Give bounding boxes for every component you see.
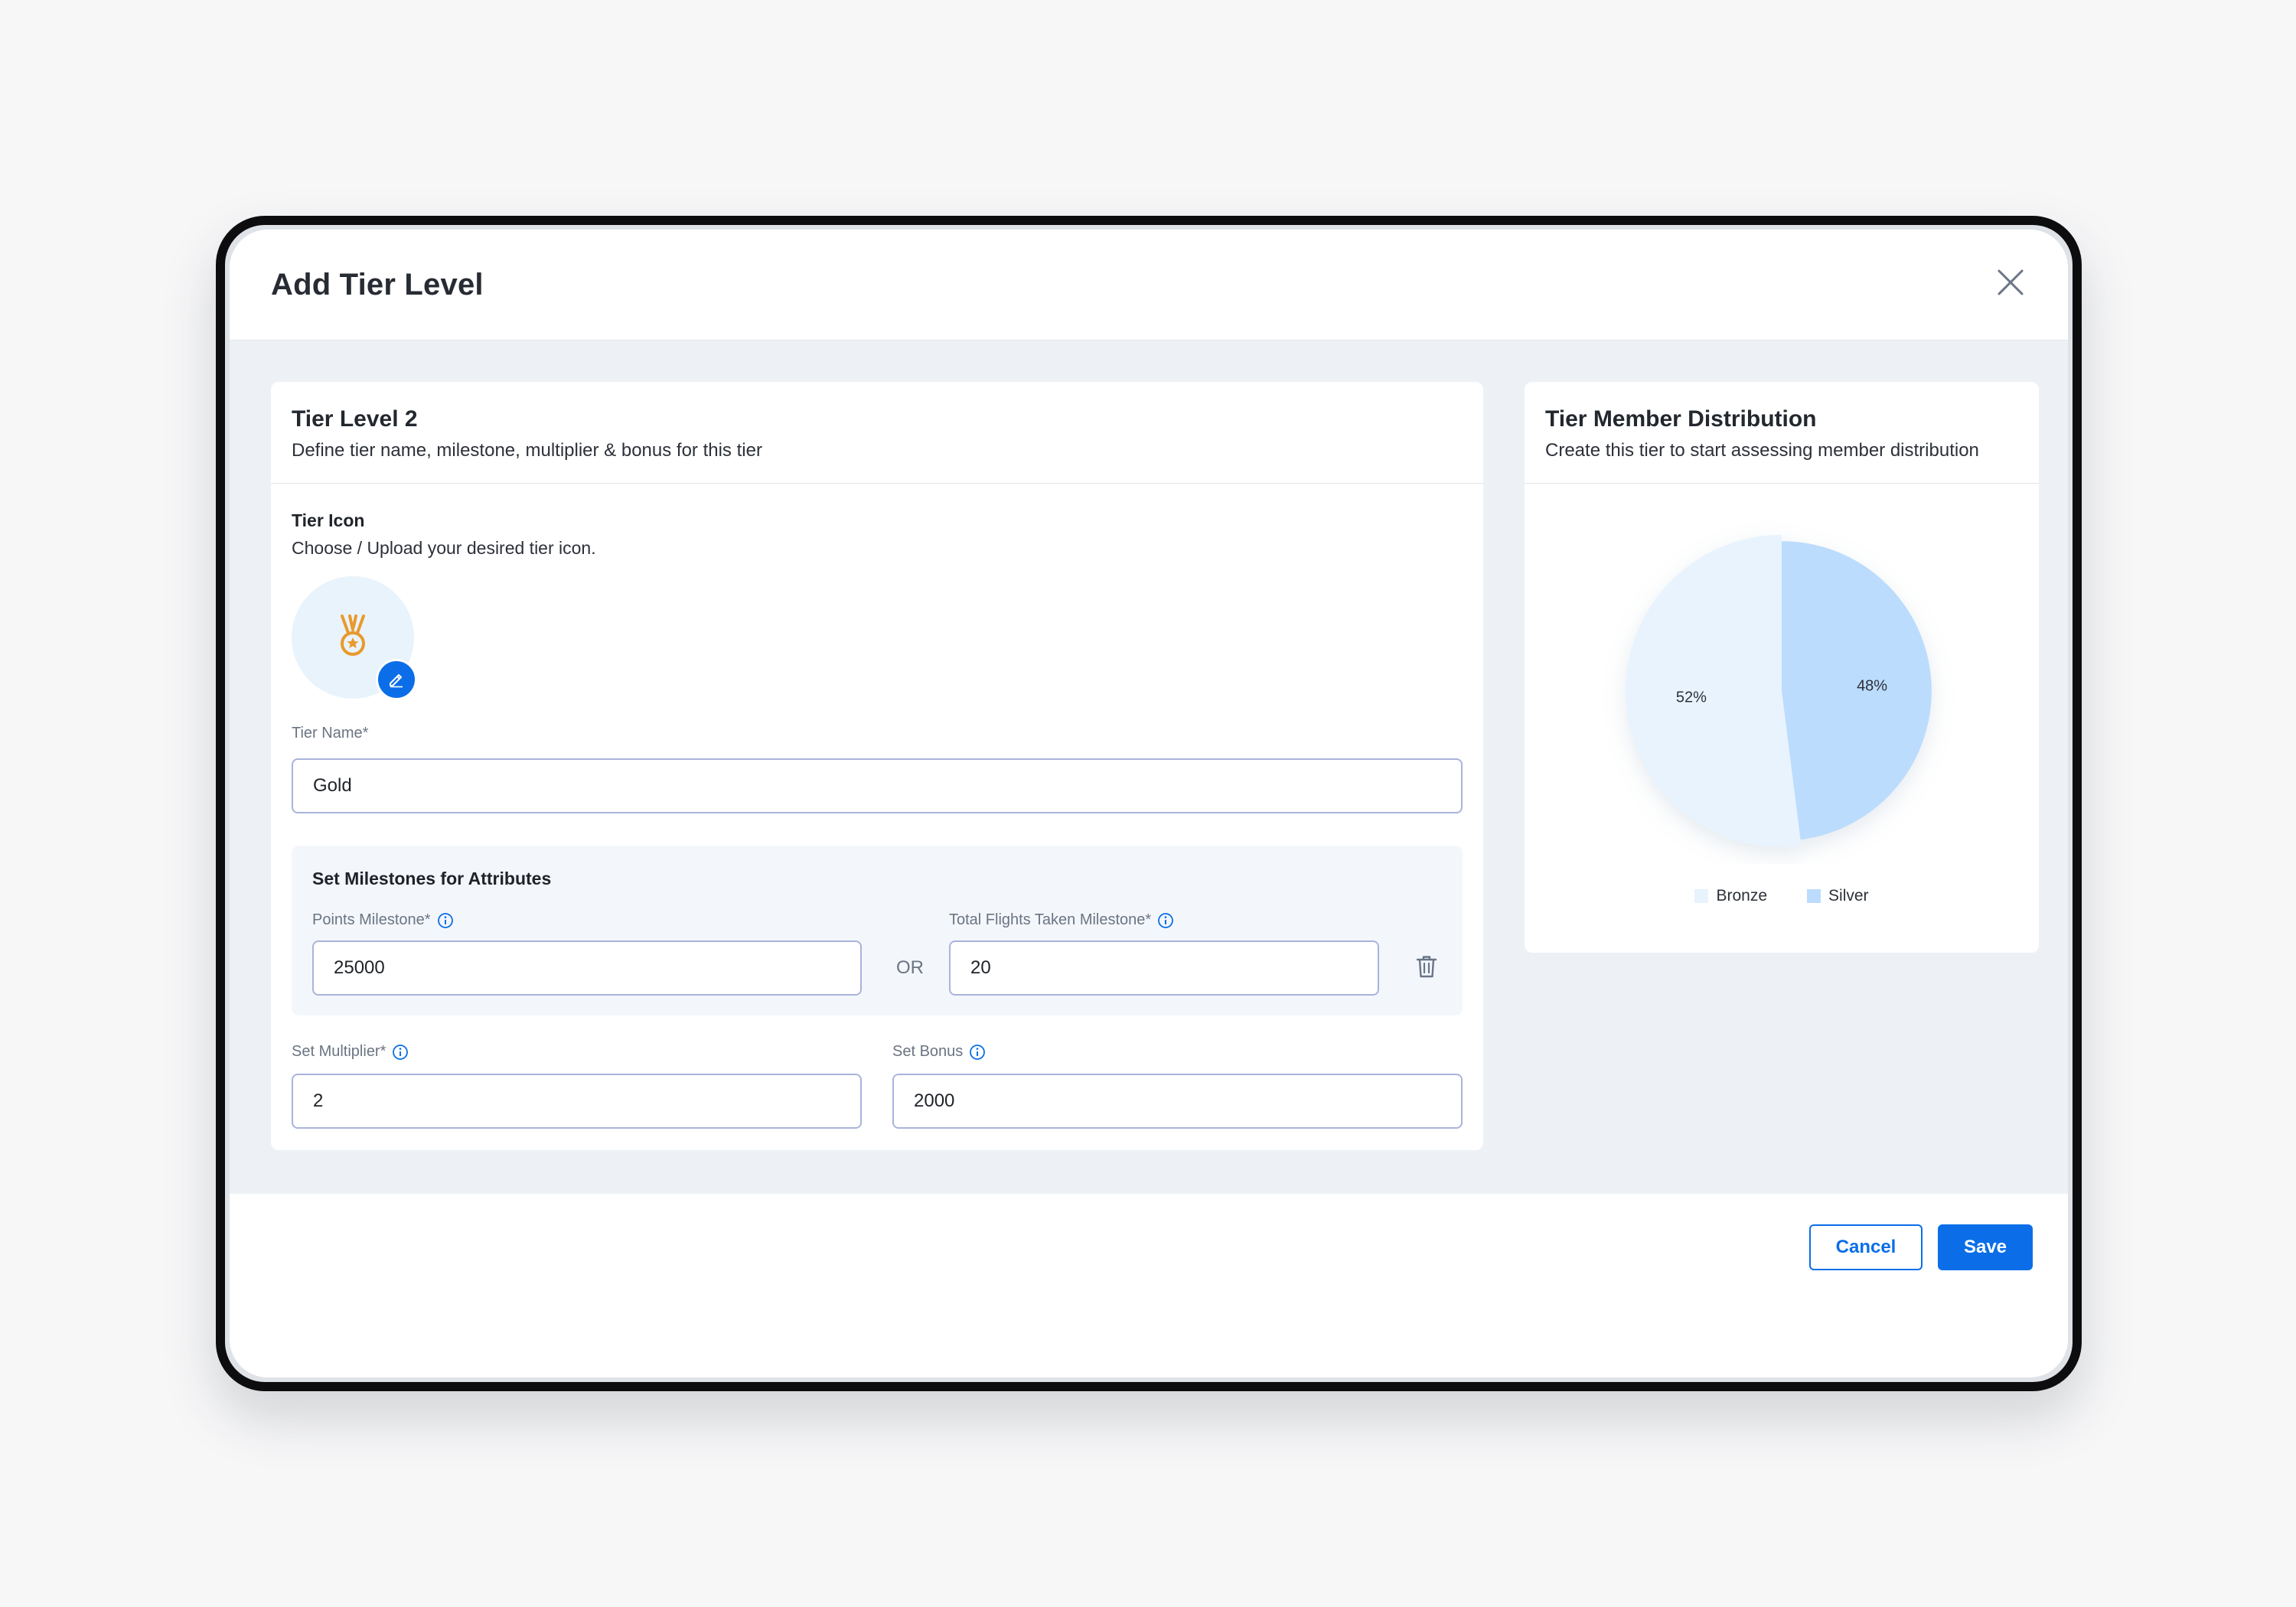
info-icon[interactable] (392, 1044, 409, 1061)
pencil-icon (390, 674, 403, 688)
tier-name-label: Tier Name* (292, 725, 368, 742)
dialog-header: Add Tier Level (230, 230, 2068, 341)
save-button[interactable]: Save (1938, 1224, 2033, 1270)
pie-slice-bronze (1626, 535, 1802, 847)
bonus-label-text: Set Bonus (892, 1043, 964, 1060)
bonus-label: Set Bonus (892, 1043, 986, 1061)
chart-legend: Bronze Silver (1525, 887, 2039, 905)
bonus-input[interactable] (892, 1074, 1463, 1129)
multiplier-input[interactable] (292, 1074, 862, 1129)
tier-icon-preview[interactable] (292, 576, 417, 700)
trash-icon[interactable] (1415, 954, 1438, 979)
pie-label-silver: 48% (1857, 678, 1887, 695)
legend-item-bronze: Bronze (1694, 887, 1767, 905)
tier-level-card: Tier Level 2 Define tier name, milestone… (271, 382, 1483, 1150)
tier-icon-hint: Choose / Upload your desired tier icon. (292, 538, 596, 558)
tier-name-label-text: Tier Name* (292, 725, 369, 742)
dialog: Add Tier Level Tier Level 2 Define tier … (230, 230, 2068, 1377)
device-frame: Add Tier Level Tier Level 2 Define tier … (216, 216, 2082, 1391)
info-icon[interactable] (1157, 912, 1174, 929)
points-milestone-label: Points Milestone* (312, 911, 454, 929)
edit-icon-button[interactable] (376, 659, 417, 700)
tier-card-header: Tier Level 2 Define tier name, milestone… (271, 382, 1483, 484)
dialog-footer: Cancel Save (230, 1194, 2068, 1377)
legend-label-silver: Silver (1828, 887, 1869, 905)
distribution-card-title: Tier Member Distribution (1545, 406, 1817, 432)
points-milestone-label-text: Points Milestone* (312, 911, 431, 928)
legend-swatch-silver (1807, 889, 1821, 903)
distribution-card: Tier Member Distribution Create this tie… (1525, 382, 2039, 953)
multiplier-label: Set Multiplier* (292, 1043, 409, 1061)
flights-milestone-input[interactable] (949, 940, 1379, 996)
or-separator: OR (896, 957, 924, 978)
dialog-body: Tier Level 2 Define tier name, milestone… (230, 341, 2068, 1150)
multiplier-label-text: Set Multiplier* (292, 1043, 386, 1060)
medal-icon (341, 614, 365, 656)
distribution-card-header: Tier Member Distribution Create this tie… (1525, 382, 2039, 484)
flights-milestone-label-text: Total Flights Taken Milestone* (949, 911, 1152, 928)
points-milestone-input[interactable] (312, 940, 862, 996)
legend-label-bronze: Bronze (1716, 887, 1768, 905)
info-icon[interactable] (437, 912, 454, 929)
legend-swatch-bronze (1694, 889, 1709, 903)
milestones-title: Set Milestones for Attributes (312, 869, 552, 888)
distribution-card-subtitle: Create this tier to start assessing memb… (1545, 440, 1979, 461)
dialog-title: Add Tier Level (271, 268, 484, 302)
pie-chart: 48% 52% (1626, 535, 1932, 847)
legend-item-silver: Silver (1807, 887, 1869, 905)
tier-card-subtitle: Define tier name, milestone, multiplier … (292, 440, 762, 461)
pie-label-bronze: 52% (1676, 689, 1707, 706)
tier-name-input[interactable] (292, 758, 1463, 813)
tier-card-title: Tier Level 2 (292, 406, 418, 432)
cancel-button[interactable]: Cancel (1809, 1224, 1923, 1270)
flights-milestone-label: Total Flights Taken Milestone* (949, 911, 1174, 929)
tier-icon-label: Tier Icon (292, 510, 365, 530)
info-icon[interactable] (969, 1044, 986, 1061)
close-icon[interactable] (1994, 266, 2027, 298)
milestones-section: Set Milestones for Attributes Points Mil… (292, 846, 1463, 1015)
